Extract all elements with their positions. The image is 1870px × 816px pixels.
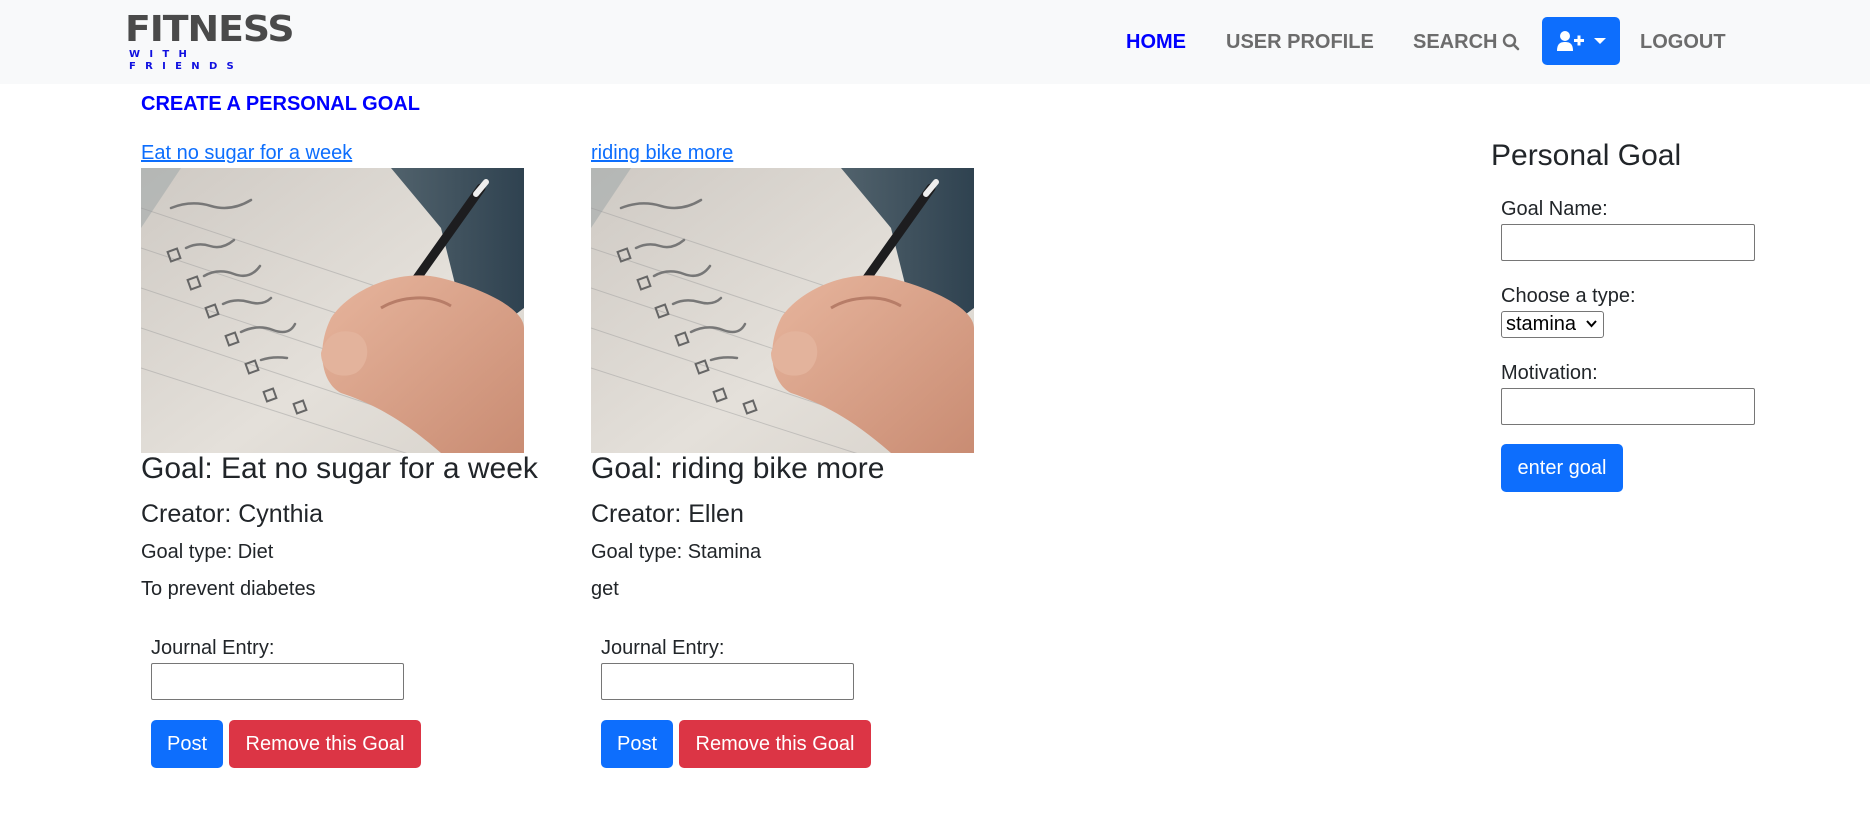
goal-motivation: get (591, 578, 619, 600)
post-button[interactable]: Post (151, 720, 223, 768)
goal-motivation: To prevent diabetes (141, 578, 316, 600)
goal-creator: Creator: Cynthia (141, 500, 324, 528)
enter-goal-button[interactable]: enter goal (1501, 444, 1623, 492)
nav-home-link[interactable]: HOME (1126, 30, 1186, 54)
remove-goal-button[interactable]: Remove this Goal (229, 720, 421, 768)
goal-type-selected-value: stamina (1506, 313, 1577, 335)
goal-type-select[interactable]: stamina (1501, 311, 1604, 338)
journal-entry-label: Journal Entry: (601, 637, 725, 659)
post-button[interactable]: Post (601, 720, 673, 768)
navbar: FITNESS WITH FRIENDS HOME USER PROFILE S… (0, 0, 1870, 84)
goal-image (141, 168, 524, 453)
journal-entry-input[interactable] (601, 663, 854, 700)
goal-creator: Creator: Ellen (591, 500, 744, 528)
personal-goal-form-title: Personal Goal (1491, 139, 1682, 172)
goal-name-label: Goal Name: (1501, 198, 1608, 220)
brand-name: FITNESS (125, 9, 295, 50)
remove-goal-button[interactable]: Remove this Goal (679, 720, 871, 768)
brand-logo[interactable]: FITNESS WITH FRIENDS (125, 9, 295, 73)
goal-name-input[interactable] (1501, 224, 1755, 261)
chevron-down-icon (1586, 320, 1597, 328)
journal-entry-label: Journal Entry: (151, 637, 275, 659)
goal-title-link[interactable]: Eat no sugar for a week (141, 141, 352, 165)
goal-title-link[interactable]: riding bike more (591, 141, 733, 165)
nav-user-profile-link[interactable]: USER PROFILE (1226, 30, 1374, 54)
goal-card: Eat no sugar for a week Goal: Eat no sug… (141, 140, 561, 780)
user-plus-icon (1557, 31, 1584, 51)
goal-heading: Goal: riding bike more (591, 452, 885, 485)
goal-type-label: Choose a type: (1501, 285, 1636, 307)
goal-heading: Goal: Eat no sugar for a week (141, 452, 538, 485)
nav-logout-link[interactable]: LOGOUT (1640, 30, 1726, 54)
brand-tagline: WITH FRIENDS (129, 49, 244, 72)
add-friend-dropdown-button[interactable] (1542, 17, 1620, 65)
nav-search-link[interactable]: SEARCH (1413, 30, 1520, 54)
goal-image (591, 168, 974, 453)
motivation-label: Motivation: (1501, 362, 1598, 384)
chevron-down-icon (1594, 38, 1606, 44)
create-personal-goal-link[interactable]: CREATE A PERSONAL GOAL (141, 92, 420, 116)
motivation-input[interactable] (1501, 388, 1755, 425)
search-icon (1502, 33, 1520, 51)
goal-card: riding bike more Goal: riding bike more … (591, 140, 1011, 780)
journal-entry-input[interactable] (151, 663, 404, 700)
goal-type: Goal type: Diet (141, 541, 274, 563)
nav-search-label: SEARCH (1413, 31, 1498, 53)
goal-type: Goal type: Stamina (591, 541, 762, 563)
